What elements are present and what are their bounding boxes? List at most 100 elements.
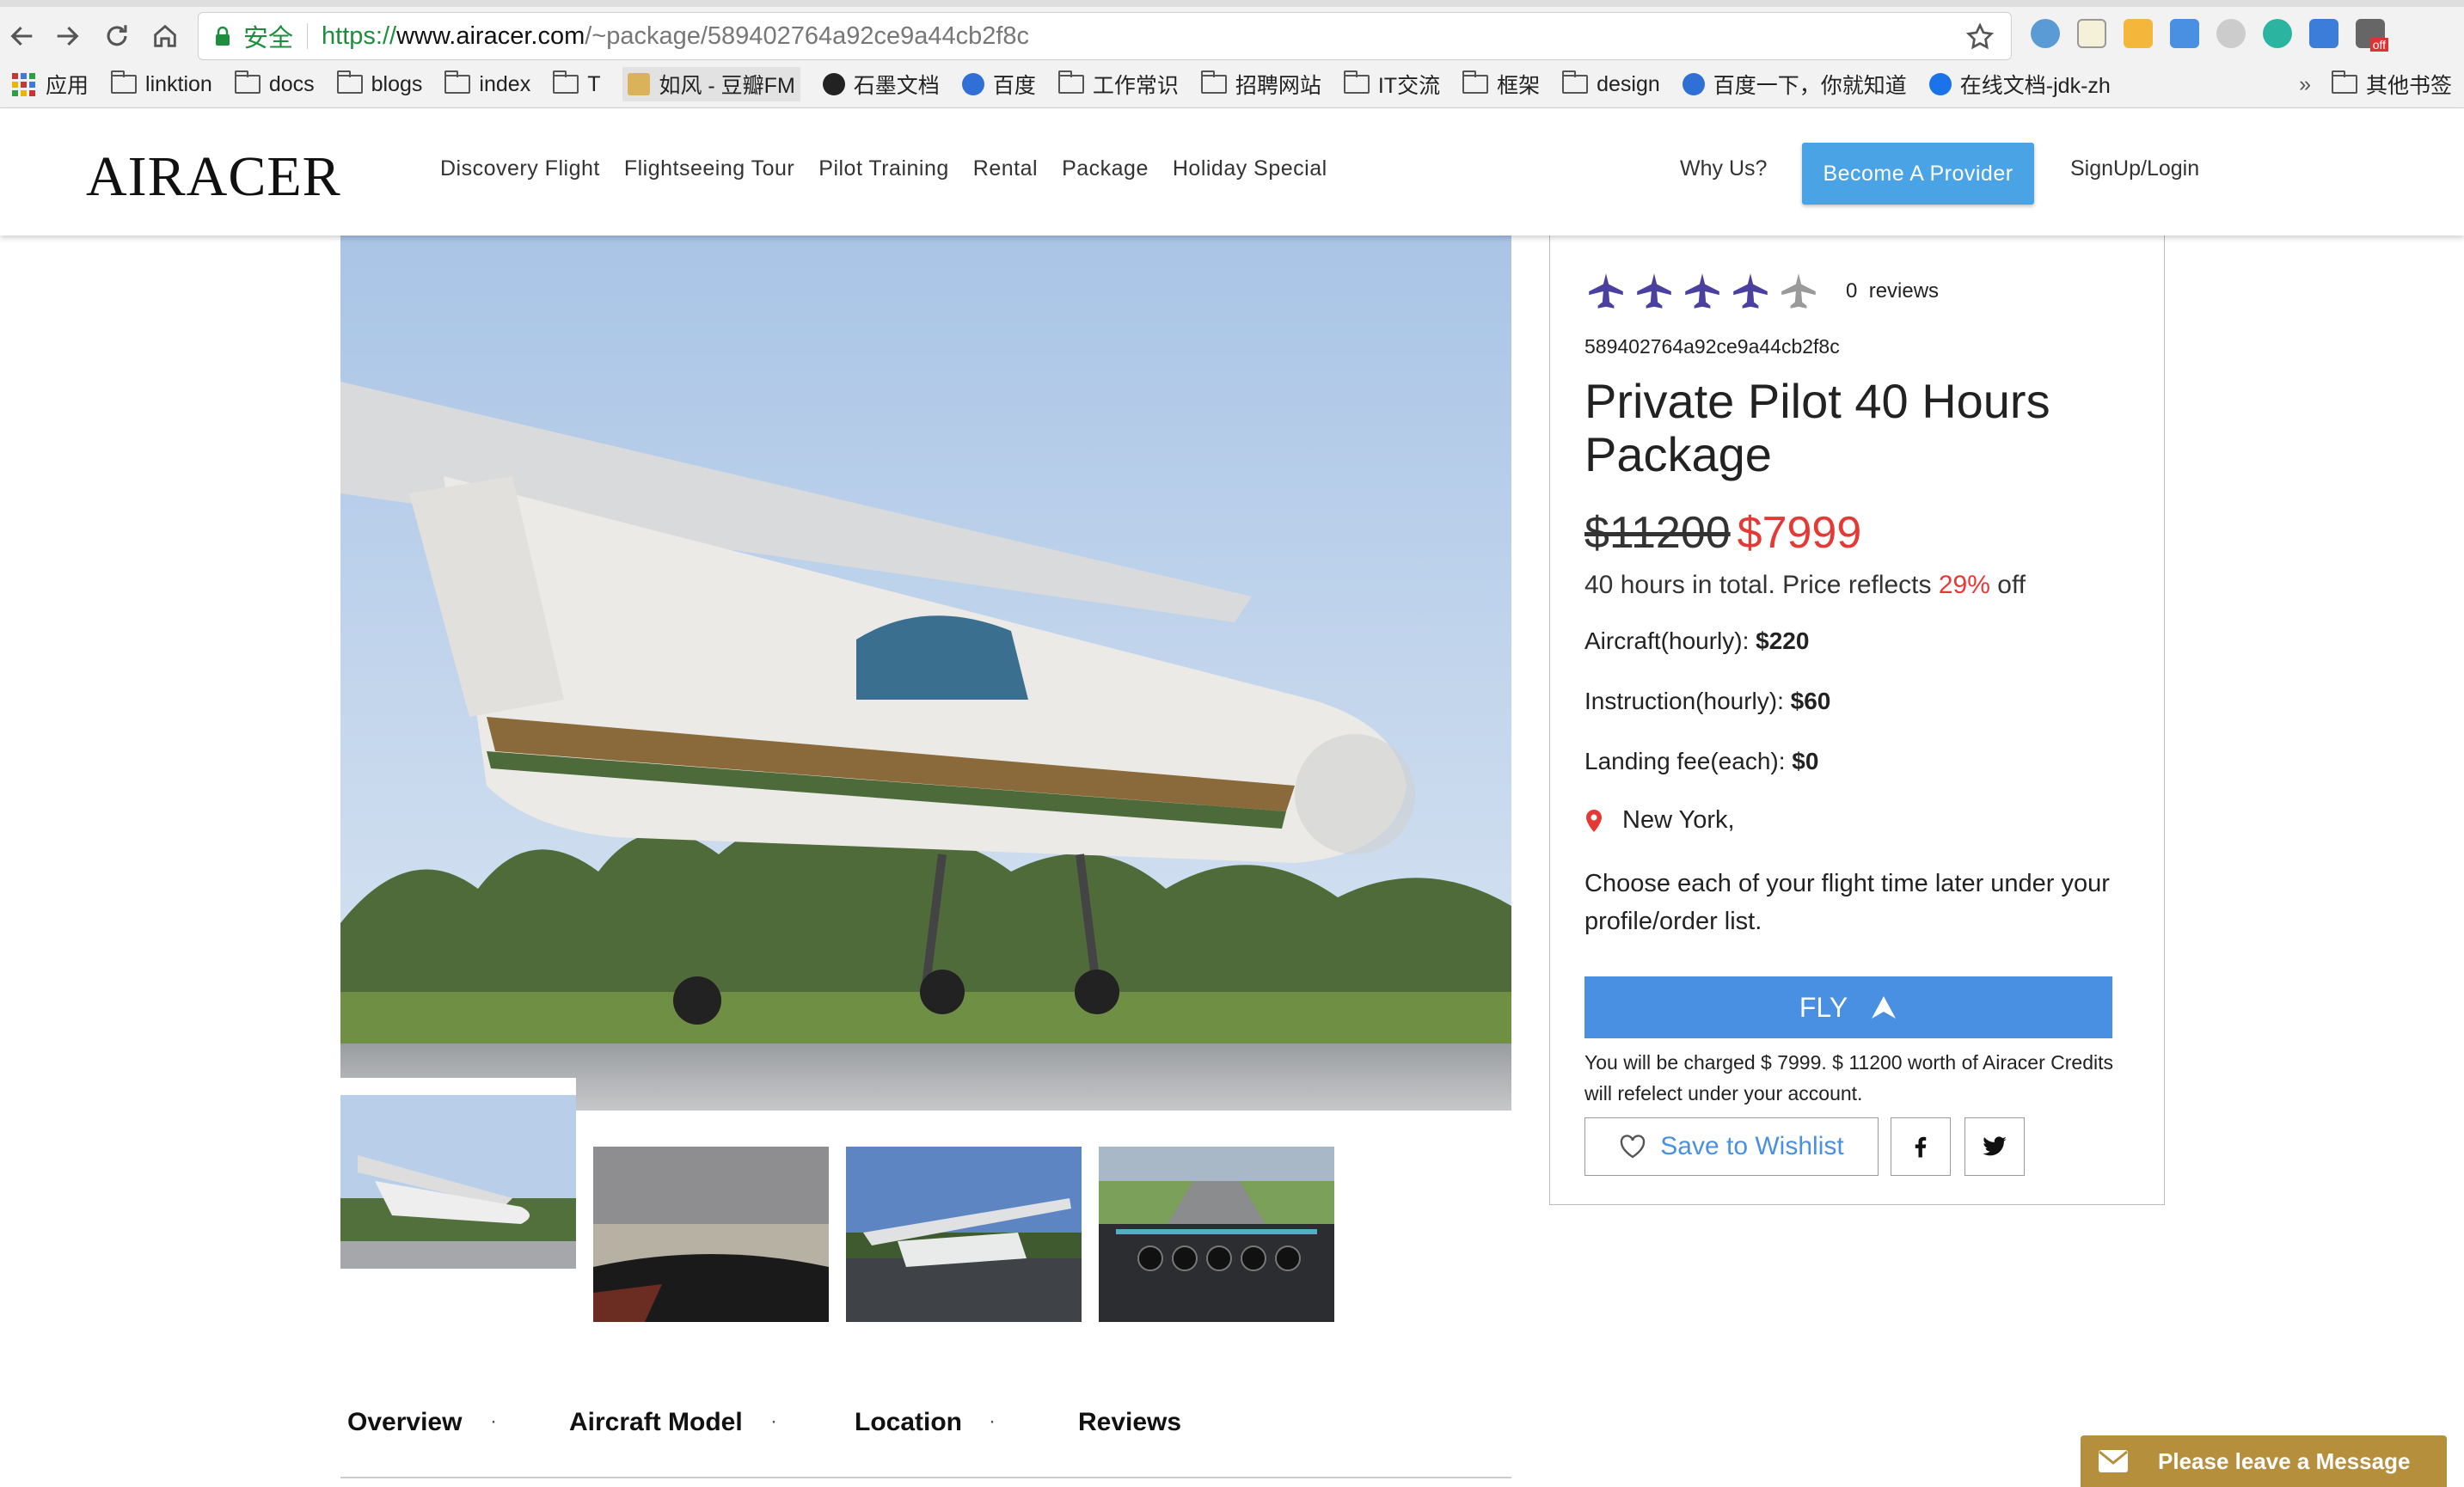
bookmarks-right: » 其他书签 (2299, 65, 2452, 103)
folder-icon (1057, 70, 1084, 94)
tab-overview[interactable]: Overview (347, 1408, 462, 1437)
m-extension-icon[interactable] (2263, 19, 2292, 48)
arrow-left-icon (10, 26, 33, 46)
rating-plane-icon (1589, 273, 1623, 309)
nav-rental[interactable]: Rental (973, 156, 1038, 181)
signup-login-link[interactable]: SignUp/Login (2070, 156, 2199, 181)
bookmark-jdk[interactable]: 在线文档-jdk-zh (1928, 69, 2111, 100)
nav-discovery-flight[interactable]: Discovery Flight (440, 156, 600, 181)
reload-button[interactable] (98, 17, 136, 55)
site-logo[interactable]: AIRACER (86, 144, 341, 210)
thumbnail-1[interactable] (340, 1078, 576, 1269)
fly-button[interactable]: FLY (1584, 976, 2112, 1038)
extension-badge: off (2369, 38, 2388, 52)
back-button[interactable] (3, 17, 41, 55)
bookmark-label: 如风 - 豆瓣FM (659, 74, 795, 98)
douban-icon (628, 73, 651, 95)
nav-why-us[interactable]: Why Us? (1680, 156, 1767, 181)
package-id: 589402764a92ce9a44cb2f8c (1584, 335, 1840, 358)
url-scheme: https:// (322, 21, 397, 50)
bookmark-baidu-search[interactable]: 百度一下，你就知道 (1682, 69, 1907, 100)
folder-icon (1562, 70, 1589, 94)
nav-flightseeing-tour[interactable]: Flightseeing Tour (624, 156, 794, 181)
translate-extension-icon[interactable] (2170, 19, 2199, 48)
landing-fee-label: Landing fee(each): (1584, 748, 1786, 774)
folder-icon (234, 70, 260, 94)
nav-package[interactable]: Package (1062, 156, 1149, 181)
nav-holiday-special[interactable]: Holiday Special (1173, 156, 1327, 181)
tab-strip (0, 0, 2464, 7)
folder-icon (444, 70, 471, 94)
folder-icon (111, 70, 138, 94)
tab-location[interactable]: Location (855, 1408, 962, 1437)
bookmark-label: 工作常识 (1092, 74, 1179, 98)
doc-site-icon (1928, 73, 1952, 95)
aircraft-fee-value: $220 (1756, 627, 1810, 654)
aircraft-fee: Aircraft(hourly): $220 (1584, 627, 1809, 655)
bookmark-it[interactable]: IT交流 (1343, 69, 1440, 100)
facebook-icon (1915, 1136, 1927, 1158)
bookmark-blogs[interactable]: blogs (336, 70, 422, 97)
bookmark-work[interactable]: 工作常识 (1057, 69, 1179, 100)
notes-extension-icon[interactable] (2077, 19, 2106, 48)
s-extension-icon[interactable] (2309, 19, 2338, 48)
bookmarks-overflow-button[interactable]: » (2299, 72, 2311, 97)
adblock-extension-icon[interactable]: off (2356, 19, 2388, 52)
tab-separator: · (490, 1410, 497, 1433)
baidu-paw-icon (961, 73, 984, 95)
bookmark-baidu[interactable]: 百度 (961, 69, 1036, 100)
leave-message-label: Please leave a Message (2158, 1447, 2411, 1474)
grid-extension-icon[interactable] (2124, 19, 2153, 48)
leave-message-widget[interactable]: Please leave a Message (2081, 1435, 2447, 1487)
reviews-label: reviews (1868, 279, 1940, 303)
folder-icon (336, 70, 363, 94)
package-title: Private Pilot 40 Hours Package (1584, 374, 2050, 481)
bookmark-index[interactable]: index (444, 70, 530, 97)
thumbnail-2[interactable] (593, 1147, 829, 1322)
umbrella-extension-icon[interactable] (2216, 19, 2246, 48)
bookmark-label: 在线文档-jdk-zh (1959, 74, 2111, 98)
lock-icon (216, 26, 230, 46)
bookmark-other[interactable]: 其他书签 (2331, 69, 2452, 100)
become-provider-button[interactable]: Become A Provider (1802, 143, 2034, 205)
instruction-fee-label: Instruction(hourly): (1584, 688, 1784, 714)
tab-separator: · (770, 1410, 777, 1433)
hours-text: 40 hours in total. Price reflects (1584, 571, 1932, 599)
section-tabs: Overview · Aircraft Model · Location · R… (340, 1401, 1511, 1478)
share-facebook-button[interactable] (1891, 1117, 1951, 1176)
landing-fee: Landing fee(each): $0 (1584, 748, 1818, 775)
bookmark-framework[interactable]: 框架 (1462, 69, 1540, 100)
bookmark-label: docs (268, 71, 315, 96)
address-bar[interactable]: 安全 https:// www.airacer.com /~package/58… (198, 12, 2012, 60)
bookmark-label: 石墨文档 (853, 74, 940, 98)
paper-plane-icon (1872, 996, 1897, 1019)
thumbnail-4[interactable] (1099, 1147, 1334, 1322)
bookmark-douban-fm[interactable]: 如风 - 豆瓣FM (622, 67, 800, 101)
reload-icon (107, 25, 127, 46)
nav-pilot-training[interactable]: Pilot Training (818, 156, 949, 181)
bookmark-label: 其他书签 (2365, 74, 2452, 98)
bookmark-star-icon[interactable] (1964, 21, 1995, 52)
booking-panel: 0 reviews 589402764a92ce9a44cb2f8c Priva… (1549, 236, 2165, 1205)
forward-button[interactable] (48, 17, 86, 55)
tab-aircraft-model[interactable]: Aircraft Model (569, 1408, 743, 1437)
bookmark-jobs[interactable]: 招聘网站 (1200, 69, 1321, 100)
tab-reviews[interactable]: Reviews (1078, 1408, 1181, 1437)
share-twitter-button[interactable] (1964, 1117, 2025, 1176)
fly-button-label: FLY (1799, 991, 1848, 1023)
bookmark-label: 框架 (1497, 74, 1541, 98)
bookmark-shimo[interactable]: 石墨文档 (822, 69, 940, 100)
bookmark-apps[interactable]: 应用 (12, 69, 89, 100)
bookmark-docs[interactable]: docs (234, 70, 315, 97)
bookmark-design[interactable]: design (1562, 70, 1660, 97)
bookmark-t[interactable]: T (553, 70, 600, 97)
home-button[interactable] (146, 17, 184, 55)
bookmark-linktion[interactable]: linktion (111, 70, 212, 97)
photo-thumbnails (340, 1078, 1511, 1327)
extension-icon[interactable] (2031, 19, 2060, 48)
save-to-wishlist-button[interactable]: Save to Wishlist (1584, 1117, 1879, 1176)
off-label: off (1997, 571, 2026, 599)
reviews-count[interactable]: 0 reviews (1846, 279, 1939, 303)
thumbnail-3[interactable] (846, 1147, 1082, 1322)
instruction-fee: Instruction(hourly): $60 (1584, 688, 1830, 715)
